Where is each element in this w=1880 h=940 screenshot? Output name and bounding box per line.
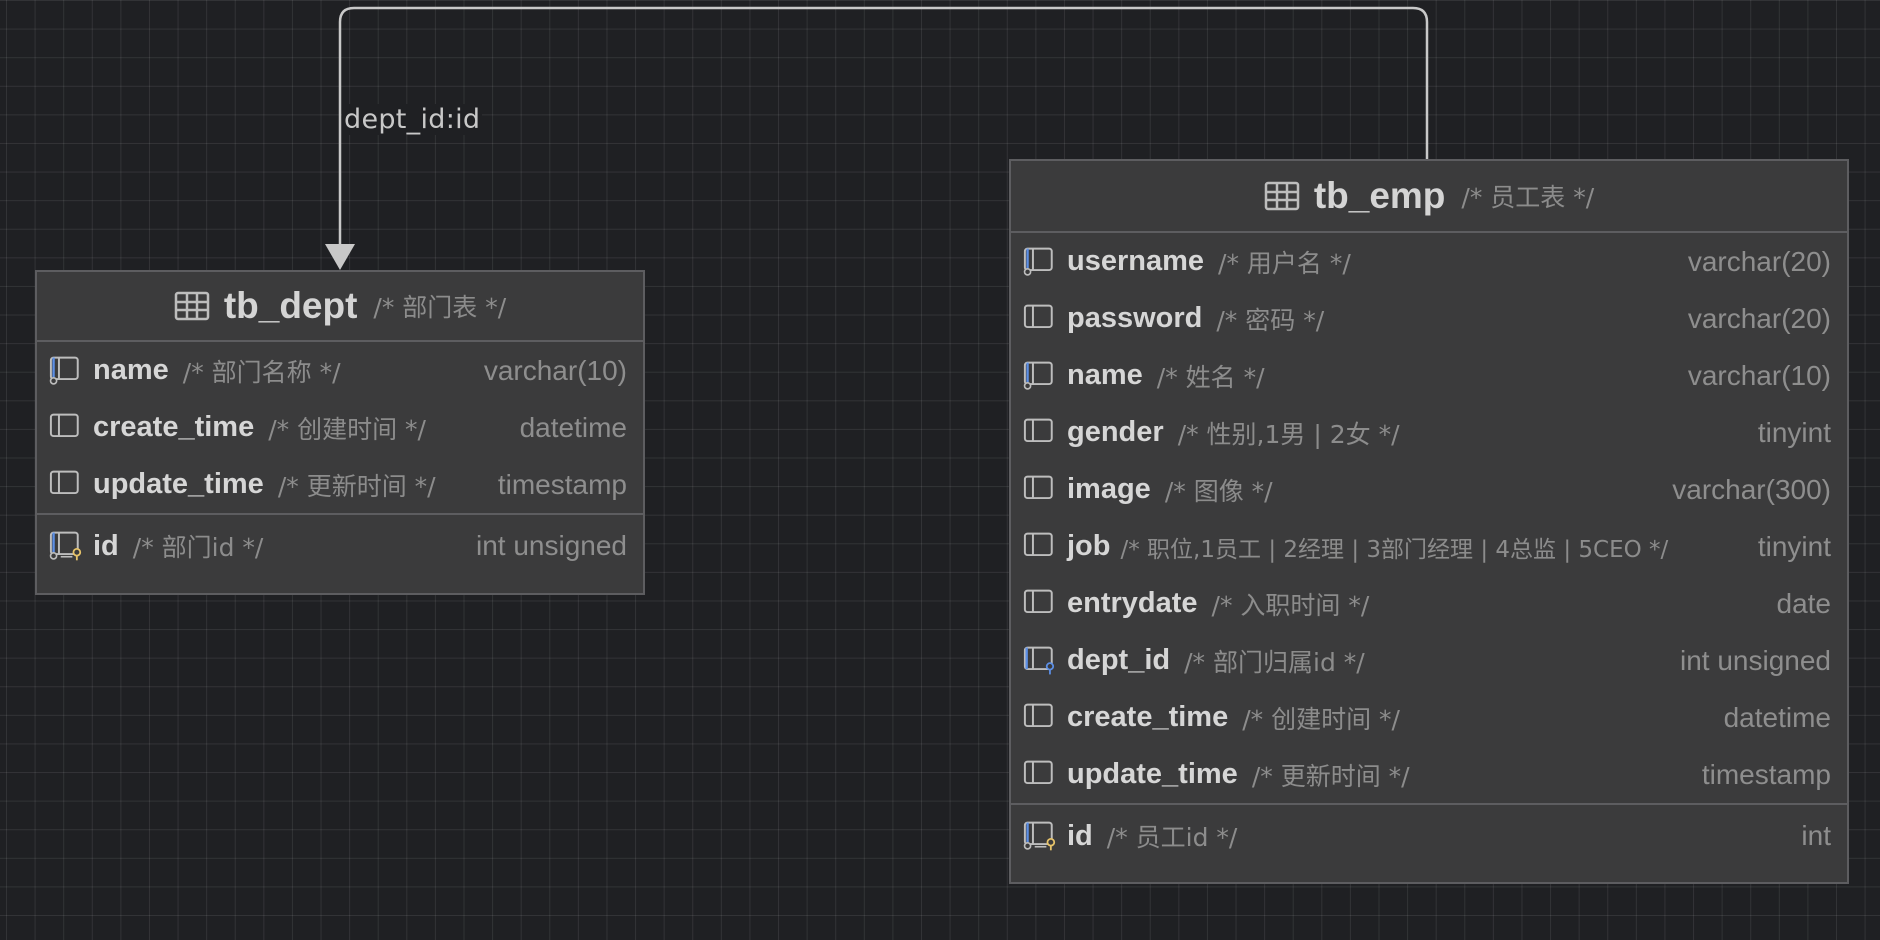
column-comment: /* 部门归属id */ xyxy=(1184,647,1365,677)
table-icon xyxy=(1264,181,1300,211)
column-name: entrydate xyxy=(1067,587,1198,619)
primary-key-row-id[interactable]: id /* 部门id */ int unsigned xyxy=(37,513,643,577)
column-list: name /* 部门名称 */ varchar(10) create_time … xyxy=(37,342,643,577)
column-row-create-time[interactable]: create_time /* 创建时间 */ datetime xyxy=(1011,689,1847,746)
column-icon xyxy=(1023,532,1053,556)
column-type: tinyint xyxy=(1757,530,1831,562)
column-name: image xyxy=(1067,473,1151,505)
column-name: username xyxy=(1067,245,1205,277)
column-row-gender[interactable]: gender /* 性别,1男 | 2女 */ tinyint xyxy=(1011,404,1847,461)
primary-key-icon xyxy=(49,531,82,561)
column-comment: /* 员工id */ xyxy=(1106,823,1238,852)
column-icon xyxy=(1023,418,1053,442)
table-comment: /* 部门表 */ xyxy=(373,293,507,322)
column-icon xyxy=(1023,760,1053,784)
column-row-create-time[interactable]: create_time /* 创建时间 */ datetime xyxy=(37,399,643,456)
foreign-key-icon xyxy=(1023,646,1055,674)
column-name: name xyxy=(1067,359,1143,391)
column-icon xyxy=(1023,589,1053,613)
column-name: create_time xyxy=(1067,701,1229,733)
column-row-image[interactable]: image /* 图像 */ varchar(300) xyxy=(1011,461,1847,518)
column-row-password[interactable]: password /* 密码 */ varchar(20) xyxy=(1011,290,1847,347)
column-comment: /* 创建时间 */ xyxy=(1242,704,1400,734)
table-tb-emp[interactable]: tb_emp /* 员工表 */ username /* 用户名 */ varc… xyxy=(1009,159,1849,884)
column-name: update_time xyxy=(1067,758,1238,790)
column-type: varchar(10) xyxy=(1687,359,1831,391)
column-type: varchar(300) xyxy=(1672,473,1831,505)
column-comment: /* 密码 */ xyxy=(1216,305,1325,335)
column-comment: /* 更新时间 */ xyxy=(277,471,436,501)
column-index-icon xyxy=(1023,247,1053,276)
column-name: gender xyxy=(1067,416,1164,448)
column-name: dept_id xyxy=(1067,644,1171,676)
column-icon xyxy=(1023,304,1053,328)
column-comment: /* 入职时间 */ xyxy=(1211,590,1370,620)
table-tb-dept[interactable]: tb_dept /* 部门表 */ name /* 部门名称 */ varcha… xyxy=(35,270,645,595)
column-type: tinyint xyxy=(1757,416,1831,448)
column-type: date xyxy=(1776,587,1832,619)
column-name: create_time xyxy=(93,411,255,443)
column-name: password xyxy=(1067,302,1203,334)
column-type: int unsigned xyxy=(475,530,627,561)
column-type: int xyxy=(1801,820,1831,851)
column-name: job xyxy=(1067,530,1111,562)
column-icon xyxy=(49,470,79,494)
column-row-update-time[interactable]: update_time /* 更新时间 */ timestamp xyxy=(1011,746,1847,803)
column-name: id xyxy=(1067,819,1093,852)
relation-label: dept_id:id xyxy=(342,104,483,135)
table-comment: /* 员工表 */ xyxy=(1461,183,1595,212)
column-row-username[interactable]: username /* 用户名 */ varchar(20) xyxy=(1011,233,1847,290)
column-row-name[interactable]: name /* 部门名称 */ varchar(10) xyxy=(37,342,643,399)
column-type: varchar(20) xyxy=(1687,245,1831,277)
table-title: tb_dept xyxy=(223,285,358,326)
column-row-dept-id[interactable]: dept_id /* 部门归属id */ int unsigned xyxy=(1011,632,1847,689)
column-comment: /* 图像 */ xyxy=(1164,476,1273,506)
column-type: varchar(10) xyxy=(483,354,627,386)
column-name: name xyxy=(93,354,169,386)
column-comment: /* 部门名称 */ xyxy=(182,357,341,387)
primary-key-row-id[interactable]: id /* 员工id */ int xyxy=(1011,803,1847,867)
column-icon xyxy=(1023,475,1053,499)
column-comment: /* 部门id */ xyxy=(132,533,264,562)
column-name: update_time xyxy=(93,468,264,500)
column-row-entrydate[interactable]: entrydate /* 入职时间 */ date xyxy=(1011,575,1847,632)
primary-key-icon xyxy=(1023,821,1056,851)
column-name: id xyxy=(93,529,119,562)
column-list: username /* 用户名 */ varchar(20) password … xyxy=(1011,233,1847,867)
column-type: datetime xyxy=(519,411,627,443)
column-row-update-time[interactable]: update_time /* 更新时间 */ timestamp xyxy=(37,456,643,513)
column-comment: /* 姓名 */ xyxy=(1156,362,1265,392)
column-type: datetime xyxy=(1723,701,1831,733)
column-comment: /* 创建时间 */ xyxy=(268,414,426,444)
column-row-job[interactable]: job /* 职位,1员工 | 2经理 | 3部门经理 | 4总监 | 5CEO… xyxy=(1011,518,1847,575)
column-comment: /* 性别,1男 | 2女 */ xyxy=(1177,419,1400,449)
table-header[interactable]: tb_dept /* 部门表 */ xyxy=(37,272,643,342)
column-type: varchar(20) xyxy=(1687,302,1831,334)
column-comment: /* 用户名 */ xyxy=(1218,248,1351,278)
column-icon xyxy=(1023,703,1053,727)
column-type: timestamp xyxy=(1701,758,1831,790)
column-icon xyxy=(49,413,79,437)
column-index-icon xyxy=(49,356,79,385)
column-index-icon xyxy=(1023,361,1053,390)
table-title: tb_emp xyxy=(1313,175,1446,216)
column-type: timestamp xyxy=(497,468,627,500)
column-comment: /* 职位,1员工 | 2经理 | 3部门经理 | 4总监 | 5CEO */ xyxy=(1120,536,1669,563)
column-row-name[interactable]: name /* 姓名 */ varchar(10) xyxy=(1011,347,1847,404)
table-icon xyxy=(174,291,210,321)
column-type: int unsigned xyxy=(1679,644,1831,676)
relation-arrowhead xyxy=(325,244,355,270)
table-header[interactable]: tb_emp /* 员工表 */ xyxy=(1011,161,1847,233)
column-comment: /* 更新时间 */ xyxy=(1251,761,1410,791)
